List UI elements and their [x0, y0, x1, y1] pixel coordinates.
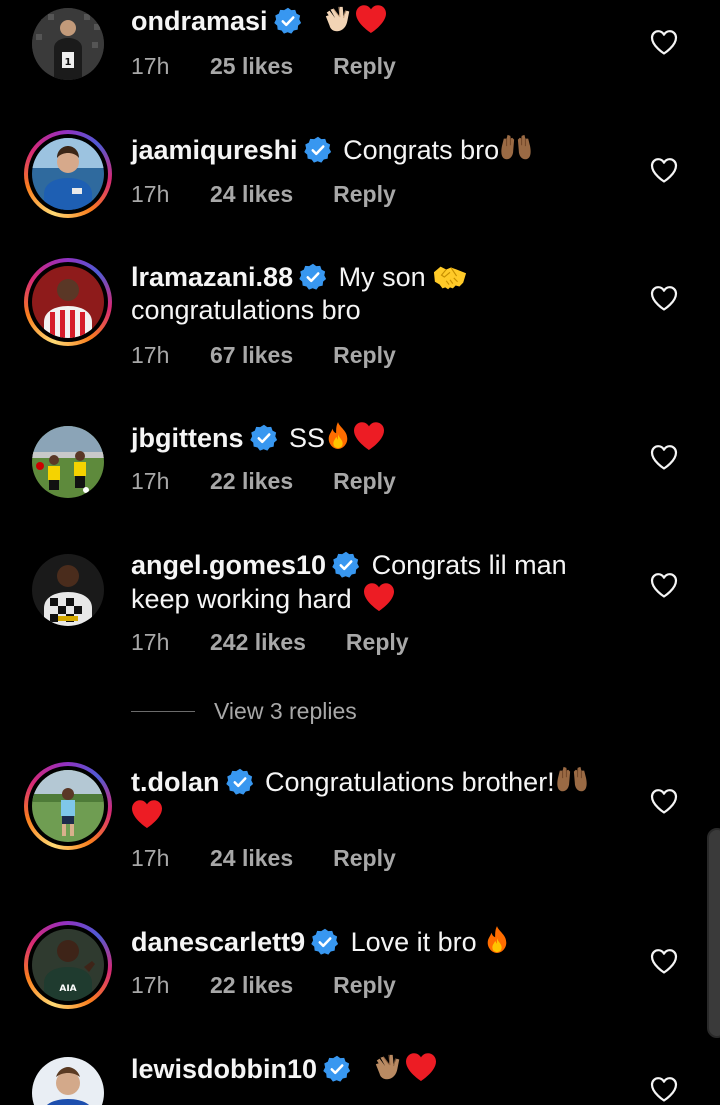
comment-meta: 17h 24 likes Reply — [131, 845, 396, 872]
like-heart-icon[interactable] — [650, 572, 678, 598]
comment-text: jaamiqureshi Congrats bro — [131, 133, 631, 167]
scrollbar-handle[interactable] — [707, 828, 720, 1038]
fire-icon — [325, 421, 351, 451]
comment-meta: 17h 22 likes Reply — [131, 468, 396, 495]
comment-body: Congrats lil man — [371, 550, 567, 580]
avatar[interactable] — [24, 418, 112, 506]
comment-meta: 17h 24 likes Reply — [131, 181, 396, 208]
comment-body: My son — [338, 262, 426, 292]
comment-meta: 17h 67 likes Reply — [131, 342, 396, 369]
comment-text: angel.gomes10 Congrats lil man keep work… — [131, 549, 631, 616]
comment-likes[interactable]: 22 likes — [210, 972, 293, 999]
comment-body: Love it bro — [350, 927, 477, 957]
like-heart-icon[interactable] — [650, 788, 678, 814]
red-heart-icon — [131, 799, 163, 829]
comment-meta: 17h 25 likes Reply — [131, 53, 396, 80]
svg-text:AIA: AIA — [59, 984, 76, 994]
like-heart-icon[interactable] — [650, 444, 678, 470]
comment-body: Congrats bro — [343, 135, 500, 165]
verified-badge-icon — [304, 136, 332, 164]
avatar[interactable] — [24, 762, 112, 850]
comment-username[interactable]: danescarlett9 — [131, 927, 305, 957]
like-heart-icon[interactable] — [650, 29, 678, 55]
comment-likes[interactable]: 67 likes — [210, 342, 293, 369]
like-heart-icon[interactable] — [650, 157, 678, 183]
verified-badge-icon — [311, 928, 339, 956]
verified-badge-icon — [250, 424, 278, 452]
comment-timestamp: 17h — [131, 53, 170, 79]
replies-divider — [131, 710, 195, 712]
comment-username[interactable]: t.dolan — [131, 767, 220, 797]
comment-likes[interactable]: 24 likes — [210, 845, 293, 872]
like-heart-icon[interactable] — [650, 1076, 678, 1102]
red-heart-icon — [353, 421, 385, 451]
comment-text: t.dolan Congratulations brother! — [131, 765, 631, 833]
comment-text: lewisdobbin10 — [131, 1052, 631, 1086]
reply-button[interactable]: Reply — [333, 845, 396, 872]
comment-timestamp: 17h — [131, 181, 170, 207]
avatar[interactable] — [24, 546, 112, 634]
clapping-hands-icon — [373, 1052, 403, 1082]
reply-button[interactable]: Reply — [333, 181, 396, 208]
like-heart-icon[interactable] — [650, 948, 678, 974]
comment-meta: 17h 22 likes Reply — [131, 972, 396, 999]
comment-likes[interactable]: 24 likes — [210, 181, 293, 208]
comment-username[interactable]: ondramasi — [131, 6, 268, 36]
svg-text:1: 1 — [65, 57, 72, 68]
comment-username[interactable]: angel.gomes10 — [131, 550, 326, 580]
comment-likes[interactable]: 22 likes — [210, 468, 293, 495]
verified-badge-icon — [323, 1055, 351, 1083]
red-heart-icon — [405, 1052, 437, 1082]
clapping-hands-icon — [323, 4, 353, 34]
comment-timestamp: 17h — [131, 972, 170, 998]
comment-username[interactable]: jaamiqureshi — [131, 135, 298, 165]
comment-username[interactable]: jbgittens — [131, 423, 244, 453]
comment-username[interactable]: lramazani.88 — [131, 262, 293, 292]
avatar[interactable] — [24, 1049, 112, 1105]
comment-body: SS — [289, 423, 326, 453]
red-heart-icon — [363, 582, 395, 612]
raising-hands-icon — [499, 133, 533, 163]
reply-button[interactable]: Reply — [333, 972, 396, 999]
comment-likes[interactable]: 242 likes — [210, 629, 306, 656]
comment-body: Congratulations brother! — [265, 767, 555, 797]
fire-icon — [484, 925, 510, 955]
verified-badge-icon — [226, 768, 254, 796]
comment-text: ondramasi — [131, 4, 631, 38]
avatar[interactable] — [24, 130, 112, 218]
comment-timestamp: 17h — [131, 468, 170, 494]
comment-body-line2: keep working hard — [131, 584, 352, 614]
raising-hands-icon — [555, 765, 589, 795]
comment-likes[interactable]: 25 likes — [210, 53, 293, 80]
reply-button[interactable]: Reply — [333, 53, 396, 80]
comment-timestamp: 17h — [131, 342, 170, 368]
view-replies-label: View 3 replies — [214, 697, 357, 724]
like-heart-icon[interactable] — [650, 285, 678, 311]
reply-button[interactable]: Reply — [333, 468, 396, 495]
comment-body-line2: congratulations bro — [131, 295, 361, 325]
reply-button[interactable]: Reply — [333, 342, 396, 369]
comment-text: danescarlett9 Love it bro — [131, 925, 631, 959]
comment-timestamp: 17h — [131, 629, 170, 655]
comment-text: lramazani.88 My son congratulations bro — [131, 261, 631, 327]
avatar[interactable] — [24, 258, 112, 346]
verified-badge-icon — [299, 263, 327, 291]
red-heart-icon — [355, 4, 387, 34]
comment-text: jbgittens SS — [131, 421, 631, 455]
handshake-icon — [433, 264, 467, 290]
avatar[interactable]: AIA — [24, 921, 112, 1009]
view-replies-button[interactable]: View 3 replies — [131, 696, 357, 726]
comment-timestamp: 17h — [131, 845, 170, 871]
avatar[interactable]: 1 — [24, 0, 112, 88]
reply-button[interactable]: Reply — [346, 629, 409, 656]
comment-username[interactable]: lewisdobbin10 — [131, 1054, 317, 1084]
comment-meta: 17h 242 likes Reply — [131, 629, 409, 656]
verified-badge-icon — [332, 551, 360, 579]
verified-badge-icon — [274, 7, 302, 35]
